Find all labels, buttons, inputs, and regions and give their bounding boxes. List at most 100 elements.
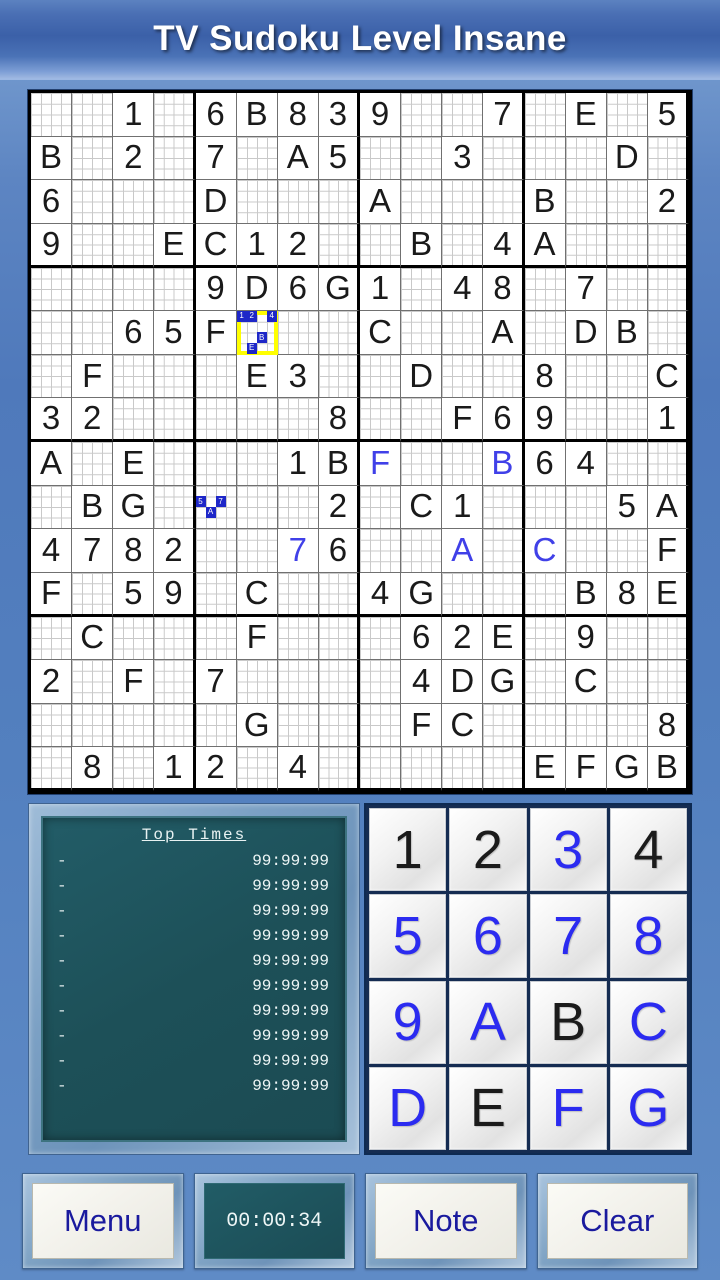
- sudoku-cell[interactable]: [360, 747, 402, 791]
- sudoku-cell[interactable]: [277, 616, 319, 661]
- sudoku-cell[interactable]: 2: [277, 223, 319, 268]
- sudoku-cell[interactable]: [318, 703, 360, 748]
- sudoku-cell[interactable]: [31, 747, 73, 791]
- sudoku-cell[interactable]: C: [442, 703, 484, 748]
- sudoku-cell[interactable]: 8: [277, 93, 319, 137]
- sudoku-cell[interactable]: G: [606, 747, 648, 791]
- menu-button[interactable]: Menu: [22, 1173, 184, 1269]
- sudoku-cell[interactable]: [277, 572, 319, 617]
- sudoku-cell[interactable]: [72, 267, 114, 312]
- sudoku-cell[interactable]: [195, 529, 237, 573]
- sudoku-cell[interactable]: D: [606, 136, 648, 181]
- sudoku-cell[interactable]: [442, 572, 484, 617]
- sudoku-cell[interactable]: [524, 616, 566, 661]
- sudoku-cell[interactable]: G: [318, 267, 360, 312]
- sudoku-cell[interactable]: [31, 354, 73, 399]
- sudoku-cell[interactable]: D: [401, 354, 443, 399]
- sudoku-cell[interactable]: 6: [195, 93, 237, 137]
- sudoku-cell[interactable]: [483, 703, 525, 748]
- keypad-key-c[interactable]: C: [609, 980, 687, 1064]
- sudoku-cell[interactable]: [360, 703, 402, 748]
- sudoku-cell[interactable]: B: [647, 747, 689, 791]
- sudoku-cell[interactable]: 4: [360, 572, 402, 617]
- sudoku-cell[interactable]: [483, 529, 525, 573]
- sudoku-cell[interactable]: [606, 180, 648, 224]
- sudoku-cell[interactable]: 6: [31, 180, 73, 224]
- sudoku-cell[interactable]: [154, 398, 196, 442]
- sudoku-cell[interactable]: F: [401, 703, 443, 748]
- sudoku-cell[interactable]: [483, 572, 525, 617]
- sudoku-cell[interactable]: [72, 703, 114, 748]
- sudoku-cell[interactable]: G: [113, 485, 155, 530]
- sudoku-cell[interactable]: [483, 136, 525, 181]
- sudoku-cell[interactable]: [277, 311, 319, 355]
- keypad-key-9[interactable]: 9: [369, 980, 447, 1064]
- sudoku-cell[interactable]: E: [154, 223, 196, 268]
- sudoku-cell[interactable]: [236, 485, 278, 530]
- sudoku-cell[interactable]: 8: [318, 398, 360, 442]
- sudoku-cell[interactable]: F: [236, 616, 278, 661]
- sudoku-cell[interactable]: D: [565, 311, 607, 355]
- sudoku-cell[interactable]: [647, 136, 689, 181]
- sudoku-cell[interactable]: [360, 485, 402, 530]
- sudoku-cell[interactable]: [154, 485, 196, 530]
- keypad-key-2[interactable]: 2: [449, 808, 527, 892]
- sudoku-cell[interactable]: [154, 354, 196, 399]
- sudoku-cell[interactable]: [401, 180, 443, 224]
- sudoku-cell[interactable]: D: [236, 267, 278, 312]
- sudoku-cell[interactable]: [565, 485, 607, 530]
- sudoku-cell[interactable]: 9: [360, 93, 402, 137]
- sudoku-cell[interactable]: [277, 398, 319, 442]
- sudoku-cell[interactable]: G: [236, 703, 278, 748]
- sudoku-cell[interactable]: C: [565, 660, 607, 704]
- sudoku-cell[interactable]: B: [483, 442, 525, 486]
- sudoku-cell[interactable]: B: [236, 93, 278, 137]
- keypad-key-d[interactable]: D: [369, 1066, 447, 1150]
- sudoku-cell[interactable]: [318, 747, 360, 791]
- sudoku-cell[interactable]: A: [31, 442, 73, 486]
- sudoku-cell[interactable]: F: [565, 747, 607, 791]
- keypad-key-6[interactable]: 6: [449, 894, 527, 978]
- sudoku-cell[interactable]: 2: [31, 660, 73, 704]
- sudoku-cell[interactable]: 8: [647, 703, 689, 748]
- sudoku-cell[interactable]: [318, 572, 360, 617]
- sudoku-cell[interactable]: G: [483, 660, 525, 704]
- sudoku-cell[interactable]: 2: [442, 616, 484, 661]
- sudoku-cell[interactable]: 124 BE: [236, 311, 278, 355]
- sudoku-cell[interactable]: [524, 485, 566, 530]
- note-button[interactable]: Note: [365, 1173, 527, 1269]
- sudoku-cell[interactable]: 8: [483, 267, 525, 312]
- sudoku-cell[interactable]: [360, 354, 402, 399]
- sudoku-cell[interactable]: B: [318, 442, 360, 486]
- sudoku-cell[interactable]: [31, 311, 73, 355]
- sudoku-cell[interactable]: 7: [72, 529, 114, 573]
- sudoku-cell[interactable]: [318, 180, 360, 224]
- sudoku-cell[interactable]: 6: [524, 442, 566, 486]
- sudoku-cell[interactable]: [154, 442, 196, 486]
- sudoku-cell[interactable]: [565, 180, 607, 224]
- sudoku-cell[interactable]: C: [72, 616, 114, 661]
- sudoku-cell[interactable]: 3: [31, 398, 73, 442]
- sudoku-cell[interactable]: 2: [154, 529, 196, 573]
- sudoku-cell[interactable]: 3: [277, 354, 319, 399]
- sudoku-cell[interactable]: [647, 660, 689, 704]
- sudoku-cell[interactable]: 1: [360, 267, 402, 312]
- sudoku-cell[interactable]: D: [442, 660, 484, 704]
- sudoku-cell[interactable]: [401, 398, 443, 442]
- sudoku-cell[interactable]: [236, 529, 278, 573]
- sudoku-cell[interactable]: [360, 616, 402, 661]
- sudoku-cell[interactable]: [606, 398, 648, 442]
- sudoku-cell[interactable]: [483, 747, 525, 791]
- sudoku-cell[interactable]: [401, 93, 443, 137]
- sudoku-cell[interactable]: 9: [524, 398, 566, 442]
- sudoku-cell[interactable]: [483, 180, 525, 224]
- sudoku-cell[interactable]: [154, 136, 196, 181]
- sudoku-cell[interactable]: [442, 223, 484, 268]
- sudoku-cell[interactable]: [647, 311, 689, 355]
- sudoku-cell[interactable]: [318, 616, 360, 661]
- sudoku-cell[interactable]: [565, 529, 607, 573]
- sudoku-cell[interactable]: 2: [318, 485, 360, 530]
- sudoku-cell[interactable]: [442, 354, 484, 399]
- sudoku-cell[interactable]: [236, 136, 278, 181]
- sudoku-cell[interactable]: [31, 485, 73, 530]
